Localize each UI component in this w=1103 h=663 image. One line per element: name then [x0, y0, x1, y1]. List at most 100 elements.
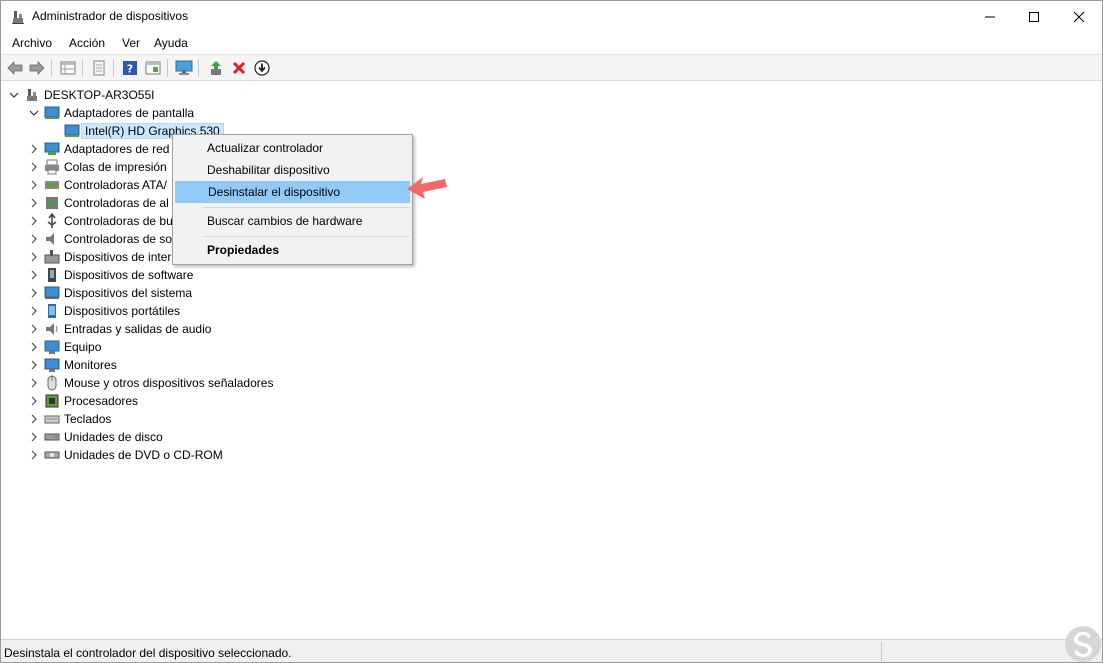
tree-category[interactable]: Dispositivos de inter [28, 248, 171, 266]
monitor-icon [44, 357, 60, 373]
document-button[interactable] [90, 59, 108, 77]
status-bar: Desinstala el controlador del dispositiv… [1, 639, 1102, 662]
minimize-icon [985, 16, 995, 17]
document-icon [93, 60, 105, 76]
menu-ver[interactable]: Ver [122, 36, 140, 50]
device-manager-icon [12, 11, 24, 24]
scan-hardware-button[interactable] [175, 59, 193, 77]
uninstall-x-icon [232, 61, 246, 75]
category-label: Entradas y salidas de audio [64, 322, 212, 336]
tree-category-adaptadores-pantalla[interactable]: Adaptadores de pantalla [28, 104, 194, 122]
title-bar[interactable]: Administrador de dispositivos [1, 1, 1102, 32]
chevron-right-icon[interactable] [28, 179, 40, 191]
status-divider [881, 642, 882, 661]
update-driver-button[interactable] [207, 59, 225, 77]
chevron-right-icon[interactable] [28, 251, 40, 263]
chevron-right-icon[interactable] [28, 305, 40, 317]
category-label: Mouse y otros dispositivos señaladores [64, 376, 274, 390]
menu-ayuda[interactable]: Ayuda [154, 36, 188, 50]
system-device-icon [44, 285, 60, 301]
properties-grid-button[interactable] [59, 59, 77, 77]
storage-controller-icon [44, 195, 60, 211]
chevron-down-icon[interactable] [8, 89, 20, 101]
toolbar-separator [167, 59, 168, 77]
uninstall-button[interactable] [230, 59, 248, 77]
ctx-separator [203, 236, 410, 237]
tree-category[interactable]: Controladoras ATA/ [28, 176, 167, 194]
category-label: Colas de impresión [64, 160, 167, 174]
tree-category[interactable]: Colas de impresión [28, 158, 167, 176]
tree-category[interactable]: Controladoras de so [28, 230, 172, 248]
tree-category[interactable]: Dispositivos de software [28, 266, 193, 284]
enable-device-button[interactable] [253, 59, 271, 77]
chevron-right-icon[interactable] [28, 215, 40, 227]
monitor-scan-icon [175, 60, 193, 75]
tree-category[interactable]: Controladoras de al [28, 194, 169, 212]
chevron-right-icon[interactable] [28, 233, 40, 245]
chevron-right-icon[interactable] [28, 341, 40, 353]
ctx-buscar-cambios[interactable]: Buscar cambios de hardware [175, 210, 410, 232]
tree-category[interactable]: Unidades de disco [28, 428, 163, 446]
menu-archivo[interactable]: Archivo [12, 36, 52, 50]
keyboard-icon [44, 411, 60, 427]
toolbar-separator [198, 59, 199, 77]
svg-text:?: ? [127, 63, 133, 76]
chevron-right-icon[interactable] [28, 197, 40, 209]
device-tree[interactable]: DESKTOP-AR3O55I Adaptadores de pantalla … [2, 82, 1102, 639]
chevron-right-icon[interactable] [28, 449, 40, 461]
tree-category[interactable]: Mouse y otros dispositivos señaladores [28, 374, 273, 392]
chevron-down-icon[interactable] [28, 107, 40, 119]
annotation-arrow-icon [407, 177, 447, 199]
tree-category[interactable]: Controladoras de bu [28, 212, 173, 230]
category-label: Dispositivos del sistema [64, 286, 193, 300]
chevron-right-icon[interactable] [28, 413, 40, 425]
category-label: Adaptadores de pantalla [64, 106, 195, 120]
chevron-right-icon[interactable] [28, 143, 40, 155]
menu-accion[interactable]: Acción [69, 36, 105, 50]
category-label: Controladoras de al [64, 196, 169, 210]
tree-category[interactable]: Procesadores [28, 392, 138, 410]
disk-drive-icon [44, 429, 60, 445]
tree-category[interactable]: Equipo [28, 338, 101, 356]
tree-root[interactable]: DESKTOP-AR3O55I [8, 86, 154, 104]
tree-category[interactable]: Teclados [28, 410, 111, 428]
ctx-desinstalar-dispositivo[interactable]: Desinstalar el dispositivo [175, 181, 410, 203]
close-button[interactable] [1056, 1, 1102, 32]
tree-category[interactable]: Adaptadores de red [28, 140, 169, 158]
chevron-right-icon[interactable] [28, 323, 40, 335]
toolbar: ? [1, 54, 1102, 81]
back-arrow-icon [7, 61, 23, 75]
ctx-deshabilitar-dispositivo[interactable]: Deshabilitar dispositivo [175, 159, 410, 181]
back-button[interactable] [6, 59, 24, 77]
maximize-button[interactable] [1011, 1, 1057, 32]
ctx-propiedades[interactable]: Propiedades [175, 239, 410, 261]
device-manager-window: Administrador de dispositivos Archivo Ac… [0, 0, 1103, 663]
dvd-drive-icon [44, 447, 60, 463]
category-label: Adaptadores de red [64, 142, 170, 156]
help-button[interactable]: ? [121, 59, 139, 77]
tree-category[interactable]: Entradas y salidas de audio [28, 320, 211, 338]
tree-category[interactable]: Unidades de DVD o CD-ROM [28, 446, 223, 464]
root-label: DESKTOP-AR3O55I [44, 88, 155, 102]
chevron-right-icon[interactable] [28, 431, 40, 443]
chevron-right-icon[interactable] [28, 377, 40, 389]
chevron-right-icon[interactable] [28, 287, 40, 299]
chevron-right-icon[interactable] [28, 359, 40, 371]
tree-category[interactable]: Dispositivos portátiles [28, 302, 180, 320]
forward-button[interactable] [28, 59, 46, 77]
chevron-right-icon[interactable] [28, 395, 40, 407]
computer-icon [44, 339, 60, 355]
chevron-right-icon[interactable] [28, 269, 40, 281]
category-label: Unidades de disco [64, 430, 163, 444]
category-label: Dispositivos de inter [64, 250, 172, 264]
chevron-right-icon[interactable] [28, 161, 40, 173]
category-label: Unidades de DVD o CD-ROM [64, 448, 223, 462]
category-label: Equipo [64, 340, 102, 354]
minimize-button[interactable] [967, 1, 1013, 32]
category-label: Dispositivos de software [64, 268, 194, 282]
view-button[interactable] [144, 59, 162, 77]
ctx-actualizar-controlador[interactable]: Actualizar controlador [175, 137, 410, 159]
tree-category[interactable]: Monitores [28, 356, 117, 374]
tree-category[interactable]: Dispositivos del sistema [28, 284, 192, 302]
computer-tower-icon [24, 87, 40, 103]
